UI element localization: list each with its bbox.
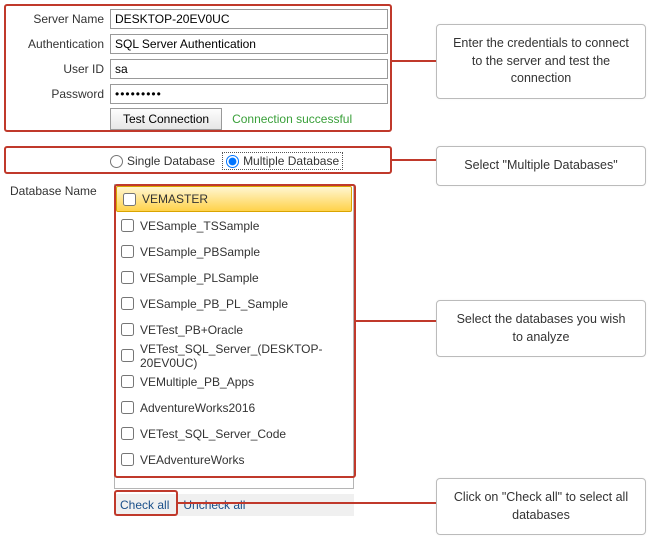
list-item[interactable]: VETest_SQL_Server_Code <box>115 421 353 447</box>
uncheck-all-link[interactable]: Uncheck all <box>183 498 245 512</box>
single-database-radio[interactable]: Single Database <box>110 154 215 168</box>
database-checkbox[interactable] <box>121 297 134 310</box>
callout-creds: Enter the credentials to connect to the … <box>436 24 646 99</box>
database-checkbox[interactable] <box>123 193 136 206</box>
database-item-label: VESample_PBSample <box>140 245 260 259</box>
password-input[interactable] <box>110 84 388 104</box>
database-name-label: Database Name <box>8 184 110 198</box>
database-list[interactable]: VEMASTER VESample_TSSample VESample_PBSa… <box>114 184 354 489</box>
password-label: Password <box>8 87 110 101</box>
list-item[interactable]: VETest_SQL_Server_(DESKTOP-20EV0UC) <box>115 343 353 369</box>
database-item-label: VETest_SQL_Server_Code <box>140 427 286 441</box>
database-item-label: VETest_SQL_Server_(DESKTOP-20EV0UC) <box>140 342 347 370</box>
database-item-label: VESample_PB_PL_Sample <box>140 297 288 311</box>
list-item[interactable]: VEAdventureWorks <box>115 447 353 473</box>
database-checkbox[interactable] <box>121 245 134 258</box>
list-item[interactable]: VESample_PB_PL_Sample <box>115 291 353 317</box>
connector-line <box>392 159 436 161</box>
multiple-database-label: Multiple Database <box>243 154 339 168</box>
database-checkbox[interactable] <box>121 323 134 336</box>
connection-status: Connection successful <box>232 112 352 126</box>
database-item-label: VESample_TSSample <box>140 219 259 233</box>
database-item-label: AdventureWorks2016 <box>140 401 255 415</box>
database-checkbox[interactable] <box>121 219 134 232</box>
check-all-link[interactable]: Check all <box>120 498 169 512</box>
test-connection-button[interactable]: Test Connection <box>110 108 222 130</box>
connector-line <box>392 60 436 62</box>
database-item-label: VEAdventureWorks <box>140 453 245 467</box>
user-id-input[interactable] <box>110 59 388 79</box>
server-name-input[interactable] <box>110 9 388 29</box>
database-item-label: VETest_PB+Oracle <box>140 323 243 337</box>
auth-label: Authentication <box>8 37 110 51</box>
list-item[interactable]: VESample_TSSample <box>115 213 353 239</box>
database-item-label: VEMultiple_PB_Apps <box>140 375 254 389</box>
connector-line <box>178 502 436 504</box>
database-checkbox[interactable] <box>121 349 134 362</box>
multiple-database-radio[interactable]: Multiple Database <box>223 153 342 169</box>
connection-form: Server Name Authentication User ID Passw… <box>8 8 388 172</box>
database-item-label: VEMASTER <box>142 192 208 206</box>
database-checkbox[interactable] <box>121 375 134 388</box>
auth-input[interactable] <box>110 34 388 54</box>
list-item[interactable]: AdventureWorks2016 <box>115 395 353 421</box>
callout-checkall: Click on "Check all" to select all datab… <box>436 478 646 535</box>
connector-line <box>356 320 436 322</box>
database-checkbox[interactable] <box>121 271 134 284</box>
server-name-label: Server Name <box>8 12 110 26</box>
list-item[interactable]: VEMASTER <box>116 186 352 212</box>
database-checkbox[interactable] <box>121 401 134 414</box>
database-item-label: VESample_PLSample <box>140 271 259 285</box>
check-links-row: Check all Uncheck all <box>114 494 354 516</box>
list-item[interactable]: VEMultiple_PB_Apps <box>115 369 353 395</box>
db-mode-group: Single Database Multiple Database <box>8 150 388 172</box>
list-item[interactable]: VESample_PLSample <box>115 265 353 291</box>
database-checkbox[interactable] <box>121 427 134 440</box>
user-id-label: User ID <box>8 62 110 76</box>
list-item[interactable]: VETest_PB+Oracle <box>115 317 353 343</box>
single-database-label: Single Database <box>127 154 215 168</box>
database-checkbox[interactable] <box>121 453 134 466</box>
list-item[interactable]: VESample_PBSample <box>115 239 353 265</box>
callout-list: Select the databases you wish to analyze <box>436 300 646 357</box>
callout-mode: Select "Multiple Databases" <box>436 146 646 186</box>
